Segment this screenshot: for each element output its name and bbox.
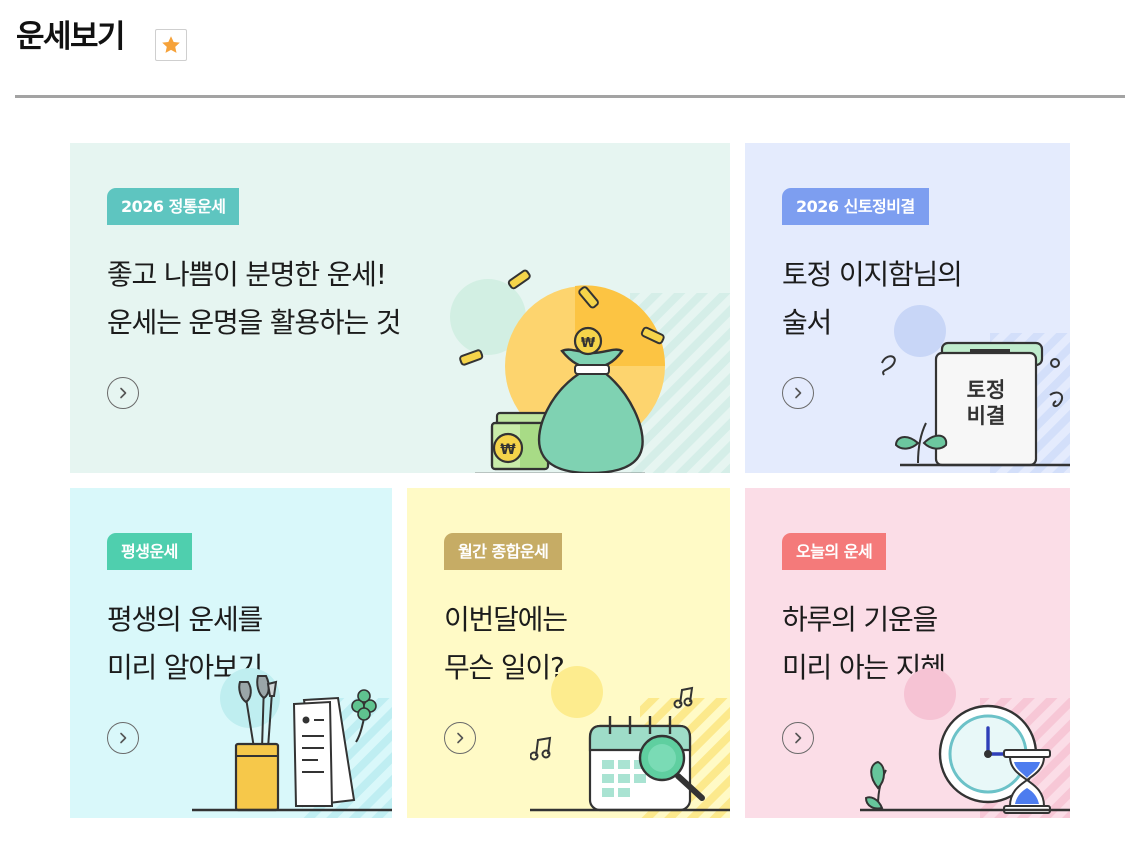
chevron-right-icon[interactable] xyxy=(107,722,139,754)
card-headline: 좋고 나쁨이 분명한 운세! 운세는 운명을 활용하는 것 xyxy=(107,251,401,347)
svg-text:₩: ₩ xyxy=(581,336,596,351)
card-tag: 평생운세 xyxy=(107,533,192,570)
card-tag: 월간 종합운세 xyxy=(444,533,563,570)
book-title: 토정 비결 xyxy=(956,377,1016,429)
chevron-right-icon[interactable] xyxy=(107,377,139,409)
card-headline-line: 평생의 운세를 xyxy=(107,603,263,636)
svg-text:₩: ₩ xyxy=(500,442,516,458)
title-divider xyxy=(15,95,1125,98)
calendar-magnifier-icon xyxy=(530,666,730,818)
card-tojeong-secret[interactable]: 2026 신토정비결 토정 이지함님의 술서 토정 비결 xyxy=(745,143,1070,473)
card-lifetime-fortune[interactable]: 평생운세 평생의 운세를 미리 알아보기 xyxy=(70,488,392,818)
book-title-line: 토정 xyxy=(966,378,1006,402)
card-headline-line: 토정 이지함님의 xyxy=(782,258,963,291)
card-today-fortune[interactable]: 오늘의 운세 하루의 기운을 미리 아는 지혜 xyxy=(745,488,1070,818)
card-headline-line: 운세는 운명을 활용하는 것 xyxy=(107,306,401,339)
card-monthly-fortune[interactable]: 월간 종합운세 이번달에는 무슨 일이? xyxy=(407,488,730,818)
card-tag: 2026 정통운세 xyxy=(107,188,240,225)
star-icon xyxy=(162,36,180,53)
book-icon: 토정 비결 xyxy=(860,303,1070,473)
card-tag: 2026 신토정비결 xyxy=(782,188,929,225)
book-title-line: 비결 xyxy=(966,404,1006,428)
chevron-right-icon[interactable] xyxy=(782,722,814,754)
clock-hourglass-icon xyxy=(860,668,1070,818)
chevron-right-icon[interactable] xyxy=(444,722,476,754)
page-title: 운세보기 xyxy=(16,19,126,55)
card-annual-fortune[interactable]: 2026 정통운세 좋고 나쁨이 분명한 운세! 운세는 운명을 활용하는 것 … xyxy=(70,143,730,473)
card-headline-line: 좋고 나쁨이 분명한 운세! xyxy=(107,258,387,291)
card-headline-line: 이번달에는 xyxy=(444,603,568,636)
money-bag-coins-icon: ₩ ₩ xyxy=(450,269,730,473)
pen-cup-document-icon xyxy=(192,668,392,818)
chevron-right-icon[interactable] xyxy=(782,377,814,409)
card-headline-line: 하루의 기운을 xyxy=(782,603,938,636)
card-tag: 오늘의 운세 xyxy=(782,533,887,570)
favorite-button[interactable] xyxy=(155,29,187,61)
